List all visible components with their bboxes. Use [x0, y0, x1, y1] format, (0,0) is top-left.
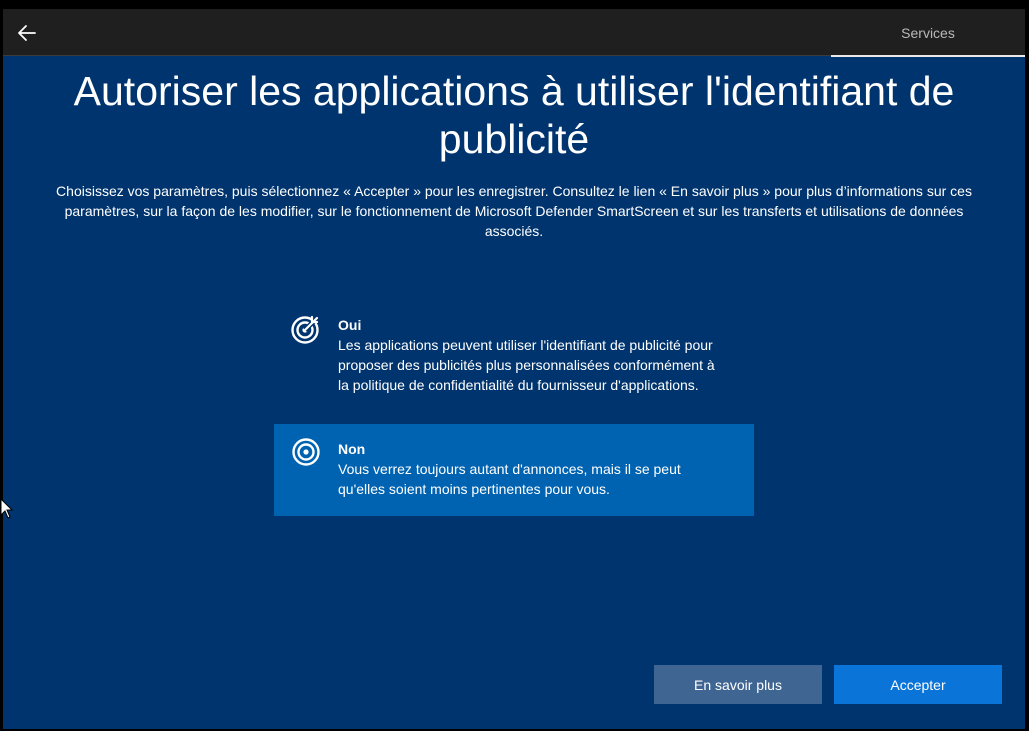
back-button[interactable] — [15, 21, 39, 45]
tab-services-label: Services — [901, 25, 955, 41]
accept-button[interactable]: Accepter — [834, 665, 1002, 704]
option-yes-description: Les applications peuvent utiliser l'iden… — [338, 337, 715, 393]
option-yes[interactable]: Oui Les applications peuvent utiliser l'… — [274, 303, 754, 411]
arrow-left-icon — [18, 25, 36, 41]
option-no[interactable]: Non Vous verrez toujours autant d'annonc… — [274, 424, 754, 516]
target-arrow-icon — [291, 315, 319, 344]
option-no-title: Non — [338, 441, 366, 457]
option-no-description: Vous verrez toujours autant d'annonces, … — [338, 461, 681, 497]
top-bar: Services — [3, 9, 1025, 57]
oobe-window: Services Autoriser les applications à ut… — [3, 9, 1025, 729]
mouse-pointer-icon — [0, 498, 14, 519]
page-description: Choisissez vos paramètres, puis sélectio… — [56, 183, 972, 239]
learn-more-button[interactable]: En savoir plus — [654, 665, 822, 704]
tab-services[interactable]: Services — [831, 9, 1025, 57]
tab-selected-indicator — [831, 55, 1025, 57]
target-icon — [292, 438, 320, 466]
page-title: Autoriser les applications à utiliser l'… — [73, 68, 955, 162]
option-yes-title: Oui — [338, 317, 362, 333]
